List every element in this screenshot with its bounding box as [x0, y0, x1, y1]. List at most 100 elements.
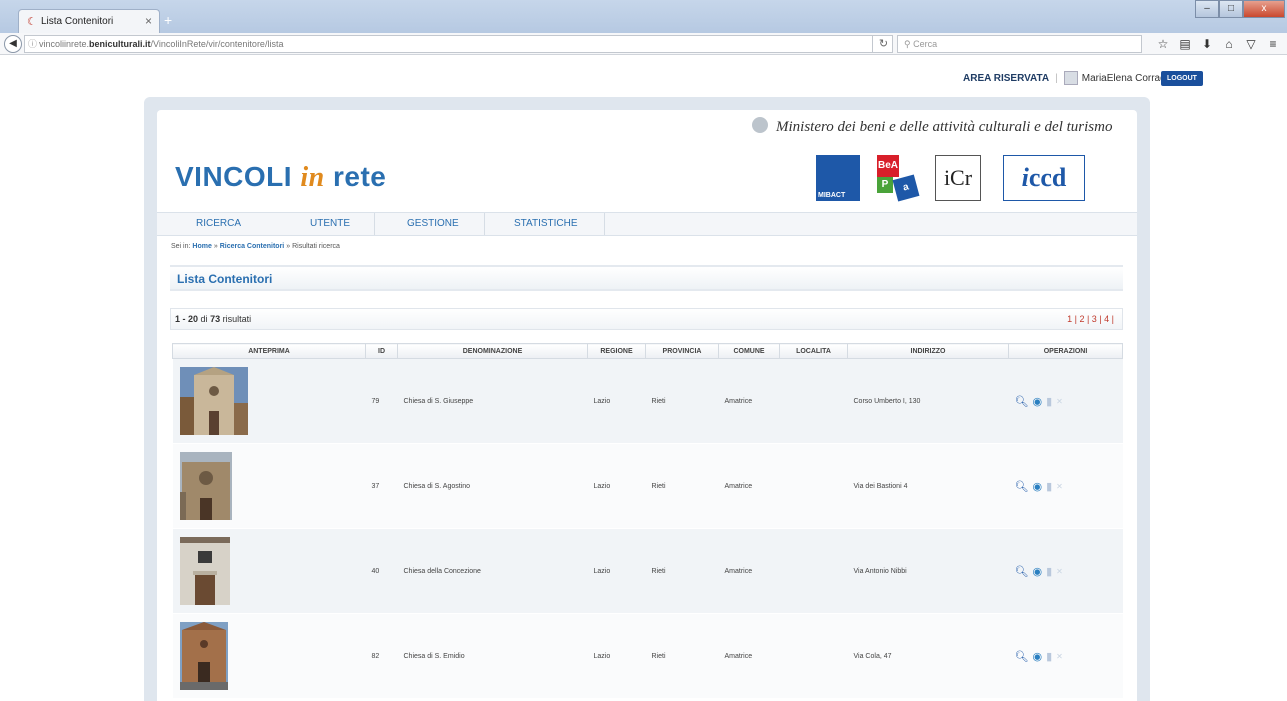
- url-prefix: vincoliinrete.: [39, 39, 90, 49]
- globe-icon[interactable]: ◉: [1032, 650, 1042, 663]
- cell-comune: Amatrice: [718, 443, 780, 529]
- breadcrumb: Sei in: Home » Ricerca Contenitori » Ris…: [171, 243, 340, 250]
- info-icon[interactable]: ⓘ: [28, 36, 37, 52]
- reading-list-icon[interactable]: ▤: [1174, 35, 1196, 53]
- new-tab-button[interactable]: +: [164, 12, 172, 28]
- delete-icon[interactable]: ✕: [1056, 397, 1063, 406]
- search-placeholder: Cerca: [913, 39, 938, 49]
- reload-icon[interactable]: ↻: [872, 35, 894, 53]
- partner-logo-beap[interactable]: BeA P a: [873, 155, 921, 202]
- table-row: 82 Chiesa di S. Emidio Lazio Rieti Amatr…: [172, 613, 1123, 699]
- results-count: 1 - 20 di 73 risultati: [175, 314, 251, 324]
- pagination[interactable]: 1 | 2 | 3 | 4 |: [1067, 314, 1114, 324]
- delete-icon[interactable]: ✕: [1056, 567, 1063, 576]
- search-icon[interactable]: 🔍︎: [1015, 565, 1029, 578]
- breadcrumb-sep: »: [286, 243, 291, 250]
- col-indirizzo: INDIRIZZO: [847, 343, 1009, 359]
- delete-icon[interactable]: ✕: [1056, 482, 1063, 491]
- partner-logo-iccd[interactable]: iccd: [1003, 155, 1085, 201]
- user-avatar-icon: [1063, 71, 1078, 85]
- cell-anteprima: [172, 443, 366, 529]
- page-title: Lista Contenitori: [177, 272, 273, 286]
- partner-mibact-label: MIBACT: [818, 192, 846, 199]
- favicon-icon: ☾: [27, 16, 37, 28]
- table-row: 37 Chiesa di S. Agostino Lazio Rieti Ama…: [172, 443, 1123, 529]
- cell-localita: [779, 528, 848, 614]
- document-icon[interactable]: ▮: [1046, 565, 1052, 578]
- table-row: 79 Chiesa di S. Giuseppe Lazio Rieti Ama…: [172, 358, 1123, 444]
- breadcrumb-ricerca[interactable]: Ricerca Contenitori: [220, 243, 285, 250]
- nav-separator: [604, 213, 605, 235]
- partner-logo-mibact[interactable]: MIBACT: [816, 155, 860, 201]
- browser-search-input[interactable]: ⚲ Cerca: [897, 35, 1142, 53]
- results-range: 1 - 20: [175, 314, 199, 324]
- cell-operazioni: 🔍︎ ◉ ▮ ✕: [1008, 358, 1123, 444]
- back-button[interactable]: ◀: [4, 35, 22, 53]
- cell-provincia: Rieti: [645, 613, 719, 699]
- pocket-icon[interactable]: ▽: [1240, 35, 1262, 53]
- cell-id: 82: [365, 613, 398, 699]
- nav-ricerca[interactable]: RICERCA: [196, 213, 241, 235]
- cell-anteprima: [172, 358, 366, 444]
- cell-localita: [779, 613, 848, 699]
- nav-utente[interactable]: UTENTE: [310, 213, 350, 235]
- partner-iccd-i: i: [1021, 163, 1029, 192]
- document-icon[interactable]: ▮: [1046, 395, 1052, 408]
- cell-provincia: Rieti: [645, 528, 719, 614]
- nav-separator: [374, 213, 375, 235]
- breadcrumb-sep: »: [213, 243, 218, 250]
- logo-vincoli: VINCOLI: [175, 161, 293, 192]
- search-icon[interactable]: 🔍︎: [1015, 480, 1029, 493]
- downloads-icon[interactable]: ⬇: [1196, 35, 1218, 53]
- partner-bea-a: BeA: [877, 155, 899, 177]
- browser-navbar: ◀ ⓘ vincoliinrete.beniculturali.it/Vinco…: [0, 33, 1287, 55]
- search-icon: ⚲: [904, 39, 914, 49]
- search-icon[interactable]: 🔍︎: [1015, 395, 1029, 408]
- logout-button[interactable]: LOGOUT: [1161, 71, 1203, 86]
- browser-tab[interactable]: ☾ Lista Contenitori ×: [18, 9, 160, 33]
- site-logo[interactable]: VINCOLI in rete: [175, 161, 386, 194]
- cell-localita: [779, 443, 848, 529]
- menu-icon[interactable]: ≡: [1262, 35, 1284, 53]
- cell-indirizzo: Corso Umberto I, 130: [847, 358, 1009, 444]
- window-controls: – □ x: [1195, 0, 1285, 20]
- breadcrumb-home[interactable]: Home: [192, 243, 211, 250]
- nav-statistiche[interactable]: STATISTICHE: [514, 213, 578, 235]
- nav-separator: [484, 213, 485, 235]
- church-thumbnail[interactable]: [179, 367, 248, 435]
- cell-provincia: Rieti: [645, 443, 719, 529]
- search-icon[interactable]: 🔍︎: [1015, 650, 1029, 663]
- globe-icon[interactable]: ◉: [1032, 395, 1042, 408]
- home-icon[interactable]: ⌂: [1218, 35, 1240, 53]
- area-riservata-link[interactable]: AREA RISERVATA: [963, 73, 1049, 84]
- separator: |: [1055, 72, 1058, 84]
- cell-regione: Lazio: [587, 358, 646, 444]
- bookmark-star-icon[interactable]: ☆: [1152, 35, 1174, 53]
- cell-operazioni: 🔍︎ ◉ ▮ ✕: [1008, 613, 1123, 699]
- cell-comune: Amatrice: [718, 613, 780, 699]
- close-window-button[interactable]: x: [1243, 0, 1285, 18]
- document-icon[interactable]: ▮: [1046, 480, 1052, 493]
- cell-comune: Amatrice: [718, 528, 780, 614]
- church-thumbnail[interactable]: [179, 537, 230, 605]
- page-title-box: Lista Contenitori: [170, 265, 1123, 291]
- partner-logo-icr[interactable]: iCr: [935, 155, 981, 201]
- cell-id: 40: [365, 528, 398, 614]
- minimize-button[interactable]: –: [1195, 0, 1219, 18]
- document-icon[interactable]: ▮: [1046, 650, 1052, 663]
- col-comune: COMUNE: [718, 343, 780, 359]
- church-thumbnail[interactable]: [179, 452, 232, 520]
- maximize-button[interactable]: □: [1219, 0, 1243, 18]
- globe-icon[interactable]: ◉: [1032, 480, 1042, 493]
- logo-in: in: [300, 162, 325, 193]
- partner-bea-c: a: [892, 174, 920, 202]
- cell-operazioni: 🔍︎ ◉ ▮ ✕: [1008, 443, 1123, 529]
- tab-close-icon[interactable]: ×: [145, 14, 152, 28]
- nav-gestione[interactable]: GESTIONE: [407, 213, 459, 235]
- col-anteprima: ANTEPRIMA: [172, 343, 366, 359]
- globe-icon[interactable]: ◉: [1032, 565, 1042, 578]
- church-thumbnail[interactable]: [179, 622, 228, 690]
- url-bar[interactable]: ⓘ vincoliinrete.beniculturali.it/Vincoli…: [24, 35, 893, 53]
- cell-provincia: Rieti: [645, 358, 719, 444]
- delete-icon[interactable]: ✕: [1056, 652, 1063, 661]
